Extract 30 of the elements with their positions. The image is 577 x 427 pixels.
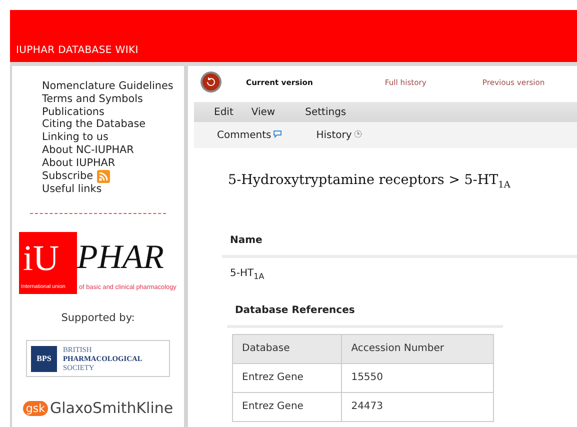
section-title: Database References [235,304,356,316]
column-header: Database [232,334,342,364]
menu-item[interactable]: Edit [214,106,234,118]
menu-item[interactable]: Settings [305,106,346,118]
clock-icon [354,130,362,138]
sidebar-link[interactable]: About NC-IUPHAR [42,144,174,157]
section-title: Name [230,234,264,246]
speech-bubble-icon [273,130,282,138]
column-header: Accession Number [342,334,494,364]
table-cell: Entrez Gene [232,363,342,392]
sidebar-link[interactable]: About IUPHAR [42,156,174,170]
sidebar-link[interactable]: Terms and Symbols [42,92,174,106]
table-cell: 15550 [342,363,494,392]
subnav-link[interactable]: Comments [217,130,282,140]
sidebar-link[interactable]: Publications [42,106,174,118]
page-heading: 5-Hydroxytryptamine receptors > 5-HT$_{1A}$ [228,172,512,191]
sidebar-link[interactable]: Useful links [42,182,174,196]
sidebar-link[interactable]: Subscribe [42,170,174,183]
sidebar-link[interactable]: Nomenclature Guidelines [42,80,174,93]
table-cell: Entrez Gene [232,392,342,422]
receptor-name: 5-HT$_{1A}$ [230,268,266,281]
sidebar-link[interactable]: Linking to us [42,131,174,144]
table-cell: 24473 [342,392,494,422]
site-title: IUPHAR DATABASE WIKI [16,45,138,56]
sponsor-logo[interactable]: gsk GlaxoSmithKline [22,399,174,418]
menu-item[interactable]: View [251,106,276,118]
history-button-icon[interactable] [200,71,222,93]
supported-by-label: Supported by: [61,312,135,324]
subnav-link[interactable]: History [316,130,362,140]
sidebar-link[interactable]: Citing the Database [42,118,174,132]
